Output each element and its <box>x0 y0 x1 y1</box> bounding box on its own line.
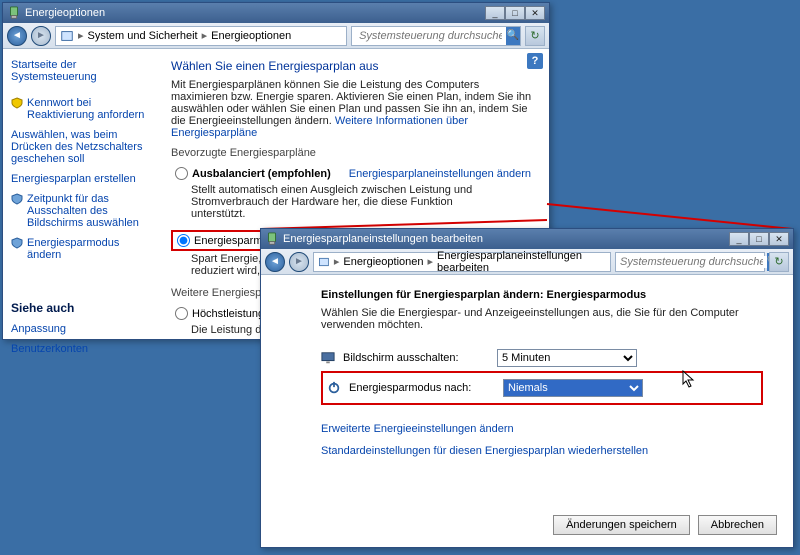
sidebar-item-3[interactable]: Zeitpunkt für das Ausschalten des Bildsc… <box>27 193 153 229</box>
advanced-settings-link[interactable]: Erweiterte Energieeinstellungen ändern <box>321 423 763 435</box>
sidebar-item-0[interactable]: Kennwort bei Reaktivierung anfordern <box>27 97 153 121</box>
see-also-1[interactable]: Benutzerkonten <box>11 343 88 355</box>
shield-icon <box>11 97 23 109</box>
save-button[interactable]: Änderungen speichern <box>553 515 690 535</box>
shield-icon <box>11 237 23 249</box>
window-title-2: Energiesparplaneinstellungen bearbeiten <box>283 233 729 245</box>
app-icon <box>7 6 21 20</box>
plan-hoechstleistung-radio[interactable] <box>175 307 188 320</box>
search-input[interactable] <box>355 30 506 42</box>
plan-energiesparmodus-radio[interactable] <box>177 234 190 247</box>
window-title: Energieoptionen <box>25 7 485 19</box>
monitor-icon <box>321 351 335 365</box>
see-also-section: Siehe auch Anpassung Benutzerkonten <box>11 301 153 355</box>
back-button-2[interactable]: ◄ <box>265 252 285 272</box>
preferred-plans-label: Bevorzugte Energiesparpläne <box>171 147 535 159</box>
sidebar: Startseite der Systemsteuerung Kennwort … <box>3 49 161 339</box>
cancel-button[interactable]: Abbrechen <box>698 515 777 535</box>
search-button[interactable]: 🔍 <box>506 27 520 45</box>
restore-defaults-link[interactable]: Standardeinstellungen für diesen Energie… <box>321 445 763 457</box>
help-button[interactable]: ? <box>527 53 543 69</box>
back-button[interactable]: ◄ <box>7 26 27 46</box>
breadcrumb-2[interactable]: ▸ Energieoptionen ▸ Energiesparplaneinst… <box>313 252 611 272</box>
breadcrumb2-part2[interactable]: Energiesparplaneinstellungen bearbeiten <box>437 250 606 274</box>
see-also-0[interactable]: Anpassung <box>11 323 66 335</box>
navbar: ◄ ► ▸ System und Sicherheit ▸ Energieopt… <box>3 23 549 49</box>
sidebar-item-1[interactable]: Auswählen, was beim Drücken des Netzscha… <box>11 129 153 165</box>
setting-display-off-label: Bildschirm ausschalten: <box>343 352 489 364</box>
see-also-heading: Siehe auch <box>11 301 153 315</box>
breadcrumb-part2[interactable]: Energieoptionen <box>211 30 291 42</box>
forward-button-2[interactable]: ► <box>289 252 309 272</box>
plan-ausbalanciert-link[interactable]: Energiesparplaneinstellungen ändern <box>349 168 531 180</box>
navbar-2: ◄ ► ▸ Energieoptionen ▸ Energiesparplane… <box>261 249 793 275</box>
window-planeinstellungen: Energiesparplaneinstellungen bearbeiten … <box>260 228 794 548</box>
sidebar-home[interactable]: Startseite der Systemsteuerung <box>11 59 153 83</box>
plan-settings-heading: Einstellungen für Energiesparplan ändern… <box>321 289 763 301</box>
sleep-icon <box>327 381 341 395</box>
plan-ausbalanciert-radio[interactable] <box>175 167 188 180</box>
plan-hoechstleistung-label[interactable]: Höchstleistung <box>192 308 264 320</box>
setting-display-off-row: Bildschirm ausschalten: 5 Minuten <box>321 345 763 371</box>
app-icon <box>265 232 279 246</box>
mouse-cursor <box>682 370 696 390</box>
sidebar-item-4[interactable]: Energiesparmodus ändern <box>27 237 153 261</box>
cp-icon <box>60 29 74 43</box>
main-intro: Mit Energiesparplänen können Sie die Lei… <box>171 79 535 139</box>
titlebar[interactable]: Energieoptionen _ □ ✕ <box>3 3 549 23</box>
maximize-button[interactable]: □ <box>505 6 525 20</box>
setting-display-off-select[interactable]: 5 Minuten <box>497 349 637 367</box>
search-input-2[interactable] <box>616 256 767 268</box>
button-row: Änderungen speichern Abbrechen <box>553 515 777 535</box>
close-button[interactable]: ✕ <box>525 6 545 20</box>
breadcrumb[interactable]: ▸ System und Sicherheit ▸ Energieoptione… <box>55 26 347 46</box>
plan-ausbalanciert-desc: Stellt automatisch einen Ausgleich zwisc… <box>191 184 491 220</box>
shield-icon <box>11 193 23 205</box>
setting-sleep-label: Energiesparmodus nach: <box>349 382 495 394</box>
main-heading: Wählen Sie einen Energiesparplan aus <box>171 59 535 73</box>
plan-settings-subtext: Wählen Sie die Energiespar- und Anzeigee… <box>321 307 763 331</box>
refresh-button[interactable]: ↻ <box>525 26 545 46</box>
plan-ausbalanciert-label[interactable]: Ausbalanciert (empfohlen) <box>192 168 331 180</box>
breadcrumb2-part1[interactable]: Energieoptionen <box>343 256 423 268</box>
sidebar-item-2[interactable]: Energiesparplan erstellen <box>11 173 136 185</box>
search-box-2[interactable]: 🔍 <box>615 252 765 272</box>
plan-ausbalanciert-row: Ausbalanciert (empfohlen) Energiesparpla… <box>171 165 535 182</box>
content-area-2: Einstellungen für Energiesparplan ändern… <box>261 275 793 547</box>
plan-links: Erweiterte Energieeinstellungen ändern S… <box>321 423 763 457</box>
refresh-button-2[interactable]: ↻ <box>769 252 789 272</box>
titlebar-2[interactable]: Energiesparplaneinstellungen bearbeiten … <box>261 229 793 249</box>
minimize-button-2[interactable]: _ <box>729 232 749 246</box>
close-button-2[interactable]: ✕ <box>769 232 789 246</box>
forward-button[interactable]: ► <box>31 26 51 46</box>
setting-sleep-select[interactable]: Niemals <box>503 379 643 397</box>
minimize-button[interactable]: _ <box>485 6 505 20</box>
maximize-button-2[interactable]: □ <box>749 232 769 246</box>
cp-icon <box>318 255 330 269</box>
breadcrumb-part1[interactable]: System und Sicherheit <box>88 30 198 42</box>
setting-sleep-row: Energiesparmodus nach: Niemals <box>321 371 763 405</box>
search-box[interactable]: 🔍 <box>351 26 521 46</box>
